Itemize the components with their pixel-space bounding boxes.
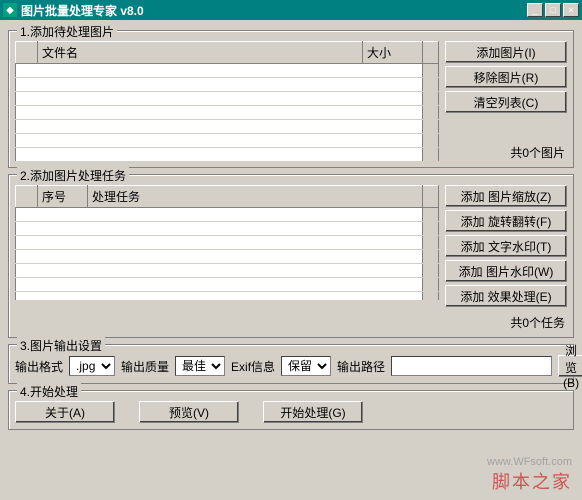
- table-row: [16, 78, 439, 92]
- group-start: 4.开始处理 关于(A) 预览(V) 开始处理(G): [8, 390, 574, 430]
- path-input[interactable]: [391, 356, 552, 376]
- table-row: [16, 208, 439, 222]
- table-row: [16, 120, 439, 134]
- preview-button[interactable]: 预览(V): [139, 401, 239, 423]
- remove-image-button[interactable]: 移除图片(R): [445, 66, 567, 88]
- table-row: [16, 92, 439, 106]
- window-body: 1.添加待处理图片 文件名 大小: [0, 20, 582, 500]
- col-size[interactable]: 大小: [363, 42, 423, 64]
- image-list[interactable]: 文件名 大小: [15, 41, 439, 161]
- add-effect-button[interactable]: 添加 效果处理(E): [445, 285, 567, 307]
- table-row: [16, 278, 439, 292]
- add-image-button[interactable]: 添加图片(I): [445, 41, 567, 63]
- quality-select[interactable]: 最佳: [175, 356, 225, 376]
- group-output-settings: 3.图片输出设置 输出格式 .jpg 输出质量 最佳 Exif信息 保留 输出路…: [8, 344, 574, 384]
- image-count: 共0个图片: [445, 144, 567, 161]
- table-row: [16, 106, 439, 120]
- label-exif: Exif信息: [231, 358, 275, 375]
- table-row: [16, 148, 439, 162]
- table-row: [16, 264, 439, 278]
- table-row: [16, 64, 439, 78]
- table-row: [16, 292, 439, 301]
- clear-list-button[interactable]: 清空列表(C): [445, 91, 567, 113]
- minimize-button[interactable]: _: [527, 3, 543, 17]
- group3-legend: 3.图片输出设置: [17, 337, 105, 354]
- table-row: [16, 134, 439, 148]
- close-button[interactable]: ×: [563, 3, 579, 17]
- titlebar: ◆ 图片批量处理专家 v8.0 _ □ ×: [0, 0, 582, 20]
- group-add-tasks: 2.添加图片处理任务 序号 处理任务: [8, 174, 574, 338]
- col-scroll: [423, 42, 439, 64]
- browse-button[interactable]: 浏览(B): [558, 355, 582, 377]
- window-title: 图片批量处理专家 v8.0: [21, 2, 525, 19]
- app-icon: ◆: [3, 3, 17, 17]
- group4-legend: 4.开始处理: [17, 383, 81, 400]
- col-filename[interactable]: 文件名: [38, 42, 363, 64]
- add-rotate-button[interactable]: 添加 旋转翻转(F): [445, 210, 567, 232]
- about-button[interactable]: 关于(A): [15, 401, 115, 423]
- start-button[interactable]: 开始处理(G): [263, 401, 363, 423]
- add-imgwm-button[interactable]: 添加 图片水印(W): [445, 260, 567, 282]
- exif-select[interactable]: 保留: [281, 356, 331, 376]
- group2-legend: 2.添加图片处理任务: [17, 167, 129, 184]
- group1-legend: 1.添加待处理图片: [17, 23, 117, 40]
- group-add-images: 1.添加待处理图片 文件名 大小: [8, 30, 574, 168]
- col-index[interactable]: 序号: [38, 186, 88, 208]
- label-path: 输出路径: [337, 358, 385, 375]
- table-row: [16, 222, 439, 236]
- col-scroll: [423, 186, 439, 208]
- maximize-button[interactable]: □: [545, 3, 561, 17]
- format-select[interactable]: .jpg: [69, 356, 115, 376]
- col-select[interactable]: [16, 42, 38, 64]
- col-select[interactable]: [16, 186, 38, 208]
- task-list[interactable]: 序号 处理任务: [15, 185, 439, 300]
- add-zoom-button[interactable]: 添加 图片缩放(Z): [445, 185, 567, 207]
- label-format: 输出格式: [15, 358, 63, 375]
- label-quality: 输出质量: [121, 358, 169, 375]
- col-task[interactable]: 处理任务: [88, 186, 423, 208]
- table-row: [16, 250, 439, 264]
- add-textwm-button[interactable]: 添加 文字水印(T): [445, 235, 567, 257]
- task-count: 共0个任务: [445, 314, 567, 331]
- table-row: [16, 236, 439, 250]
